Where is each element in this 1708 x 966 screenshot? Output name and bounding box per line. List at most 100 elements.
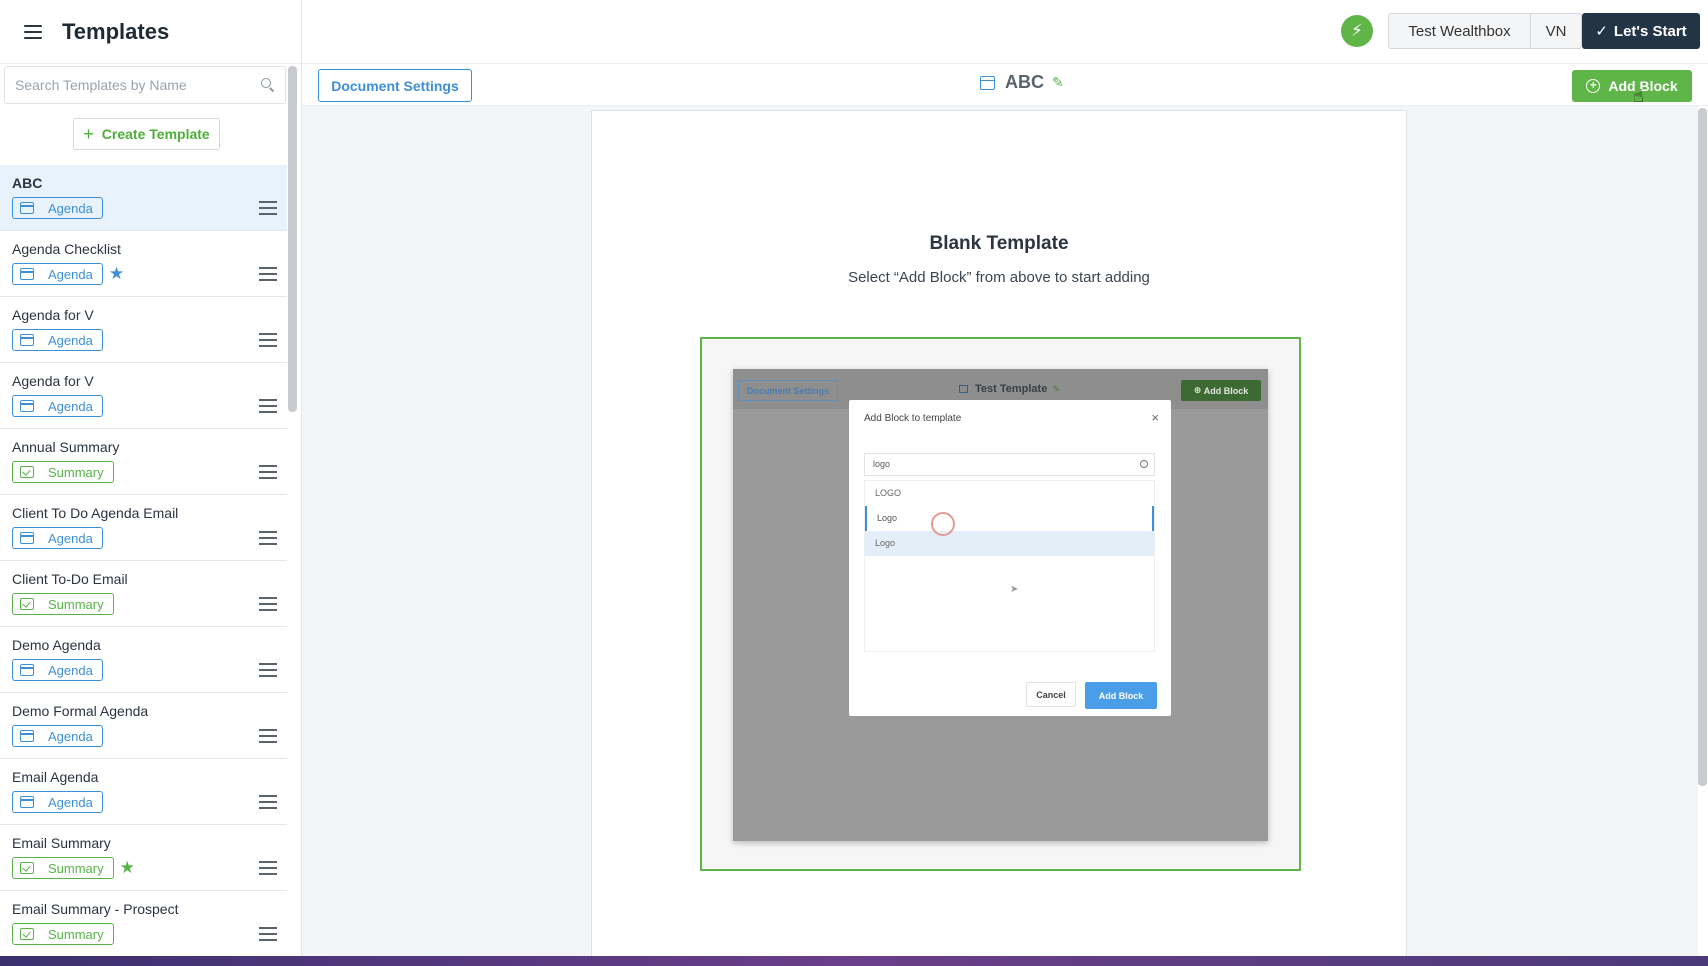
plus-icon: + xyxy=(83,123,94,144)
template-type-tag: Agenda xyxy=(12,395,103,417)
template-search[interactable] xyxy=(4,66,286,104)
document-page: Blank Template Select “Add Block” from a… xyxy=(591,110,1407,960)
preview-title-text: Test Template xyxy=(975,383,1048,395)
calendar-icon xyxy=(20,532,34,544)
template-list-item[interactable]: Agenda for V Agenda xyxy=(0,363,287,429)
star-icon[interactable]: ★ xyxy=(120,858,135,878)
template-list: ABC Agenda Agenda Checklist Agenda ★ Agenda f… xyxy=(0,165,287,957)
sidebar-title: Templates xyxy=(62,18,170,44)
template-type-label: Summary xyxy=(48,464,104,480)
preview-add-block: ⊕ Add Block xyxy=(1181,380,1261,401)
user-initials-button[interactable]: VN xyxy=(1530,13,1582,49)
create-template-label: Create Template xyxy=(101,126,210,142)
template-type-label: Agenda xyxy=(48,662,93,678)
template-type-label: Agenda xyxy=(48,200,93,216)
template-type-tag: Summary xyxy=(12,593,114,615)
editor-canvas: Blank Template Select “Add Block” from a… xyxy=(302,106,1698,960)
calendar-icon xyxy=(20,334,34,346)
drag-handle-icon[interactable] xyxy=(259,795,277,809)
plus-circle-icon: + xyxy=(1586,79,1601,93)
template-type-tag: Agenda xyxy=(12,263,103,285)
click-indicator-ring xyxy=(931,512,955,536)
template-list-item[interactable]: Agenda Checklist Agenda ★ xyxy=(0,231,287,297)
template-name: Demo Agenda xyxy=(12,637,101,653)
preview-pencil-icon: ✎ xyxy=(1052,383,1060,394)
lightning-icon[interactable]: ⚡ xyxy=(1341,15,1373,47)
template-type-label: Agenda xyxy=(48,332,93,348)
checkbox-icon xyxy=(20,928,34,940)
calendar-icon xyxy=(20,730,34,742)
drag-handle-icon[interactable] xyxy=(259,927,277,941)
sidebar-scrollbar[interactable] xyxy=(288,66,297,412)
template-type-tag: Summary xyxy=(12,461,114,483)
create-template-button[interactable]: + Create Template xyxy=(73,118,220,150)
template-type-label: Agenda xyxy=(48,398,93,414)
template-type-tag: Agenda xyxy=(12,197,103,219)
template-name: Email Summary - Prospect xyxy=(12,901,179,917)
template-type-label: Agenda xyxy=(48,530,93,546)
tutorial-preview: Document Settings Test Template ✎ ⊕ Add … xyxy=(700,337,1301,871)
template-name: Demo Formal Agenda xyxy=(12,703,149,719)
search-icon[interactable] xyxy=(261,78,275,92)
template-list-item[interactable]: Email Summary - Prospect Summary xyxy=(0,891,287,957)
preview-result-row: Logo xyxy=(865,506,1154,531)
template-name: Client To-Do Email xyxy=(12,571,128,587)
document-title: ABC ✎ xyxy=(980,72,1064,93)
lets-start-button[interactable]: ✓ Let's Start xyxy=(1582,13,1700,49)
document-settings-button[interactable]: Document Settings xyxy=(318,69,472,102)
template-type-tag: Agenda xyxy=(12,791,103,813)
template-name: Agenda Checklist xyxy=(12,241,121,257)
edit-pencil-icon[interactable]: ✎ xyxy=(1052,74,1064,91)
template-list-item[interactable]: ABC Agenda xyxy=(0,165,287,231)
template-name: Annual Summary xyxy=(12,439,120,455)
main-scrollbar[interactable] xyxy=(1698,108,1707,786)
template-type-label: Summary xyxy=(48,596,104,612)
drag-handle-icon[interactable] xyxy=(259,597,277,611)
calendar-icon xyxy=(20,202,34,214)
star-icon[interactable]: ★ xyxy=(109,264,124,284)
template-list-item[interactable]: Annual Summary Summary xyxy=(0,429,287,495)
calendar-icon xyxy=(20,268,34,280)
drag-handle-icon[interactable] xyxy=(259,267,277,281)
drag-handle-icon[interactable] xyxy=(259,729,277,743)
template-type-tag: Agenda xyxy=(12,659,103,681)
template-name: Agenda for V xyxy=(12,373,94,389)
lets-start-label: Let's Start xyxy=(1613,22,1687,40)
drag-handle-icon[interactable] xyxy=(259,201,277,215)
checkbox-icon xyxy=(20,466,34,478)
template-type-label: Agenda xyxy=(48,266,93,282)
drag-handle-icon[interactable] xyxy=(259,465,277,479)
drag-handle-icon[interactable] xyxy=(259,531,277,545)
preview-add-button: Add Block xyxy=(1085,682,1157,709)
preview-modal-title: Add Block to template xyxy=(864,413,962,424)
template-type-tag: Summary xyxy=(12,923,114,945)
template-search-input[interactable] xyxy=(15,77,261,93)
crm-connection-button[interactable]: Test Wealthbox xyxy=(1388,13,1530,49)
template-list-item[interactable]: Email Summary Summary ★ xyxy=(0,825,287,891)
template-list-item[interactable]: Client To Do Agenda Email Agenda xyxy=(0,495,287,561)
drag-handle-icon[interactable] xyxy=(259,663,277,677)
editor-toolbar: Document Settings ABC ✎ + Add Block ☝ xyxy=(302,64,1708,106)
blank-template-title: Blank Template xyxy=(929,233,1069,254)
drag-handle-icon[interactable] xyxy=(259,333,277,347)
preview-modal: Add Block to template × logo LOGO Logo L… xyxy=(849,400,1171,716)
template-name: Client To Do Agenda Email xyxy=(12,505,179,521)
preview-screen: Document Settings Test Template ✎ ⊕ Add … xyxy=(733,369,1268,841)
template-list-item[interactable]: Email Agenda Agenda xyxy=(0,759,287,825)
templates-sidebar: Templates + Create Template ABCAgendaAge… xyxy=(0,0,302,966)
template-type-label: Summary xyxy=(48,860,104,876)
template-list-item[interactable]: Agenda for V Agenda xyxy=(0,297,287,363)
drag-handle-icon[interactable] xyxy=(259,861,277,875)
template-type-label: Summary xyxy=(48,926,104,942)
template-name: Email Agenda xyxy=(12,769,99,785)
template-list-item[interactable]: Client To-Do Email Summary xyxy=(0,561,287,627)
add-block-button[interactable]: + Add Block xyxy=(1572,70,1692,102)
calendar-icon xyxy=(20,400,34,412)
hand-cursor-icon: ☝ xyxy=(1633,86,1644,106)
template-list-item[interactable]: Demo Formal Agenda Agenda xyxy=(0,693,287,759)
desktop-background-strip xyxy=(0,956,1708,966)
preview-document-settings: Document Settings xyxy=(738,380,838,401)
drag-handle-icon[interactable] xyxy=(259,399,277,413)
template-list-item[interactable]: Demo Agenda Agenda xyxy=(0,627,287,693)
menu-icon[interactable] xyxy=(24,24,42,39)
